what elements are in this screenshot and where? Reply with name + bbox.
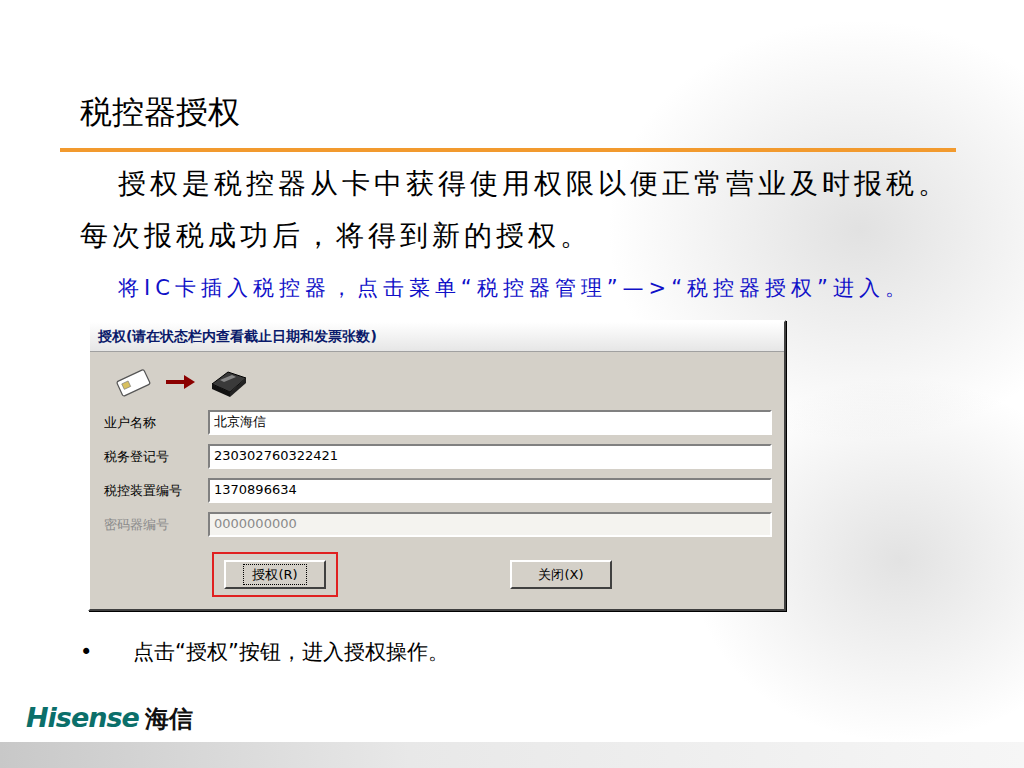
field-label: 密码器编号 [104,515,208,535]
footer: Hisense海信 [0,698,1024,768]
button-frame: 关闭(X) [496,550,626,600]
dialog-title: 授权(请在状态栏内查看截止日期和发票张数) [90,322,784,352]
logo-chinese: 海信 [145,701,193,737]
intro-paragraph: 授权是税控器从卡中获得使用权限以便正常营业及时报税。每次报税成功后，将得到新的授… [80,158,964,262]
bullet-mark: • [80,637,133,669]
field-input[interactable]: 1370896634 [208,478,772,503]
ic-card-icon [112,367,154,397]
footer-strip [0,742,1024,768]
field-input[interactable]: 北京海信 [208,410,772,435]
arrow-icon [162,372,198,392]
instruction-text: 将IC卡插入税控器，点击菜单“税控器管理”—>“税控器授权”进入。 [80,262,964,314]
field-input[interactable]: 230302760322421 [208,444,772,469]
tax-device-icon [206,364,250,400]
field-row: 业户名称北京海信 [104,408,772,438]
slide-title: 税控器授权 [80,0,1024,134]
title-rule [60,148,956,152]
authorize-button[interactable]: 授权(R) [224,560,326,590]
slide: 税控器授权授权是税控器从卡中获得使用权限以便正常营业及时报税。每次报税成功后，将… [0,0,1024,768]
button-row: 授权(R) 关闭(X) [104,550,772,600]
bullet-item: •点击“授权”按钮，进入授权操作。 [80,637,1024,669]
field-label: 税务登记号 [104,447,208,467]
field-row: 税务登记号230302760322421 [104,442,772,472]
button-label: 授权(R) [243,564,306,586]
button-label: 关闭(X) [529,564,592,586]
field-row: 税控装置编号1370896634 [104,476,772,506]
icon-row [104,360,772,404]
close-button[interactable]: 关闭(X) [510,560,612,590]
logo-brand: Hisense [26,698,139,739]
field-input: 0000000000 [208,512,772,537]
hisense-logo: Hisense海信 [0,698,1024,743]
bullet-text: 点击“授权”按钮，进入授权操作。 [133,637,449,669]
button-frame: 授权(R) [212,552,338,598]
dialog-body: 业户名称北京海信税务登记号230302760322421税控装置编号137089… [90,352,784,610]
field-label: 业户名称 [104,413,208,433]
authorize-dialog: 授权(请在状态栏内查看截止日期和发票张数)业户名称北京海信税务登记号230302… [88,320,786,612]
field-row: 密码器编号0000000000 [104,510,772,540]
field-label: 税控装置编号 [104,481,208,501]
